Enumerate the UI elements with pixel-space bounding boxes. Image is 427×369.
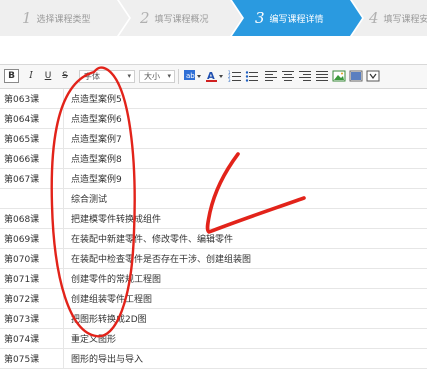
lesson-number: 第068课 (0, 209, 64, 229)
lesson-number: 第070课 (0, 249, 64, 269)
lesson-row[interactable]: 第065课点造型案例7 (0, 129, 427, 149)
lesson-row[interactable]: 第069课在装配中新建零件、修改零件、编辑零件 (0, 229, 427, 249)
wizard-step-1-number: 1 (22, 9, 32, 27)
lesson-row[interactable]: 综合测试 (0, 189, 427, 209)
wizard-step-3-label: 编写课程详情 (270, 12, 324, 25)
wizard-step-4[interactable]: 4 填写课程安排 (369, 0, 427, 36)
italic-button[interactable]: I (24, 69, 38, 83)
font-family-value: 字体 (84, 72, 100, 81)
wizard-step-3[interactable]: 3 编写课程详情 (255, 0, 351, 36)
lesson-title[interactable]: 把图形转换成2D图 (64, 309, 427, 329)
lesson-title[interactable]: 把建模零件转换成组件 (64, 209, 427, 229)
lesson-row[interactable]: 第066课点造型案例8 (0, 149, 427, 169)
wizard-step-4-number: 4 (369, 9, 379, 27)
lesson-title[interactable]: 重定义图形 (64, 329, 427, 349)
insert-image-icon[interactable] (332, 69, 346, 83)
code-icon[interactable] (366, 69, 380, 83)
lesson-number: 第072课 (0, 289, 64, 309)
lesson-row[interactable]: 第075课图形的导出与导入 (0, 349, 427, 369)
wizard-step-2-number: 2 (140, 9, 150, 27)
lesson-title[interactable]: 点造型案例5 (64, 89, 427, 109)
lesson-row[interactable]: 第071课创建零件的常规工程图 (0, 269, 427, 289)
lesson-title[interactable]: 点造型案例7 (64, 129, 427, 149)
lesson-row[interactable]: 第074课重定义图形 (0, 329, 427, 349)
lesson-number (0, 189, 64, 209)
lesson-number: 第074课 (0, 329, 64, 349)
underline-button[interactable]: U (41, 69, 55, 83)
toolbar-divider (178, 69, 179, 84)
wizard-steps: 1 选择课程类型 2 填写课程概况 3 编写课程详情 4 填写课程安排 (0, 0, 427, 36)
lesson-number: 第075课 (0, 349, 64, 369)
align-justify-icon[interactable] (315, 69, 329, 83)
lesson-row[interactable]: 第063课点造型案例5 (0, 89, 427, 109)
font-color-icon[interactable]: A (205, 69, 225, 83)
lesson-row[interactable]: 第064课点造型案例6 (0, 109, 427, 129)
lesson-row[interactable]: 第070课在装配中检查零件是否存在干涉、创建组装图 (0, 249, 427, 269)
editor-toolbar: B I U S 字体 ▾ 大小 ▾ ab A 1 2 3 (0, 64, 427, 89)
lesson-row[interactable]: 第068课把建模零件转换成组件 (0, 209, 427, 229)
font-size-value: 大小 (144, 72, 160, 81)
lesson-title[interactable]: 在装配中新建零件、修改零件、编辑零件 (64, 229, 427, 249)
wizard-step-3-number: 3 (255, 9, 265, 27)
chevron-down-icon: ▾ (167, 71, 171, 82)
lesson-number: 第069课 (0, 229, 64, 249)
lesson-row[interactable]: 第067课点造型案例9 (0, 169, 427, 189)
lesson-row[interactable]: 第073课把图形转换成2D图 (0, 309, 427, 329)
highlight-color-icon[interactable]: ab (183, 69, 203, 83)
wizard-step-1[interactable]: 1 选择课程类型 (22, 0, 118, 36)
lesson-title[interactable]: 点造型案例9 (64, 169, 427, 189)
align-right-icon[interactable] (298, 69, 312, 83)
align-center-icon[interactable] (281, 69, 295, 83)
chevron-down-icon: ▾ (127, 71, 131, 82)
wizard-step-2-label: 填写课程概况 (155, 12, 209, 25)
lesson-title[interactable]: 点造型案例6 (64, 109, 427, 129)
wizard-step-4-label: 填写课程安排 (384, 12, 427, 25)
lesson-title[interactable]: 点造型案例8 (64, 149, 427, 169)
lesson-title[interactable]: 综合测试 (64, 189, 427, 209)
strikethrough-button[interactable]: S (58, 69, 72, 83)
lesson-number: 第073课 (0, 309, 64, 329)
insert-video-icon[interactable] (349, 69, 363, 83)
font-size-select[interactable]: 大小 ▾ (139, 70, 175, 83)
lesson-number: 第063课 (0, 89, 64, 109)
lesson-number: 第071课 (0, 269, 64, 289)
svg-text:3: 3 (228, 78, 231, 83)
lesson-title[interactable]: 创建零件的常规工程图 (64, 269, 427, 289)
lesson-number: 第066课 (0, 149, 64, 169)
ordered-list-icon[interactable]: 1 2 3 (228, 69, 242, 83)
wizard-step-1-label: 选择课程类型 (37, 12, 91, 25)
lesson-number: 第064课 (0, 109, 64, 129)
bold-button[interactable]: B (4, 69, 19, 83)
wizard-step-2[interactable]: 2 填写课程概况 (140, 0, 236, 36)
lesson-title[interactable]: 图形的导出与导入 (64, 349, 427, 369)
lesson-row[interactable]: 第072课创建组装零件工程图 (0, 289, 427, 309)
lesson-number: 第067课 (0, 169, 64, 189)
lesson-title[interactable]: 在装配中检查零件是否存在干涉、创建组装图 (64, 249, 427, 269)
lesson-table: 第063课点造型案例5第064课点造型案例6第065课点造型案例7第066课点造… (0, 89, 427, 369)
lesson-title[interactable]: 创建组装零件工程图 (64, 289, 427, 309)
font-family-select[interactable]: 字体 ▾ (79, 70, 135, 83)
svg-text:ab: ab (186, 72, 195, 80)
unordered-list-icon[interactable] (245, 69, 259, 83)
lesson-number: 第065课 (0, 129, 64, 149)
align-left-icon[interactable] (264, 69, 278, 83)
